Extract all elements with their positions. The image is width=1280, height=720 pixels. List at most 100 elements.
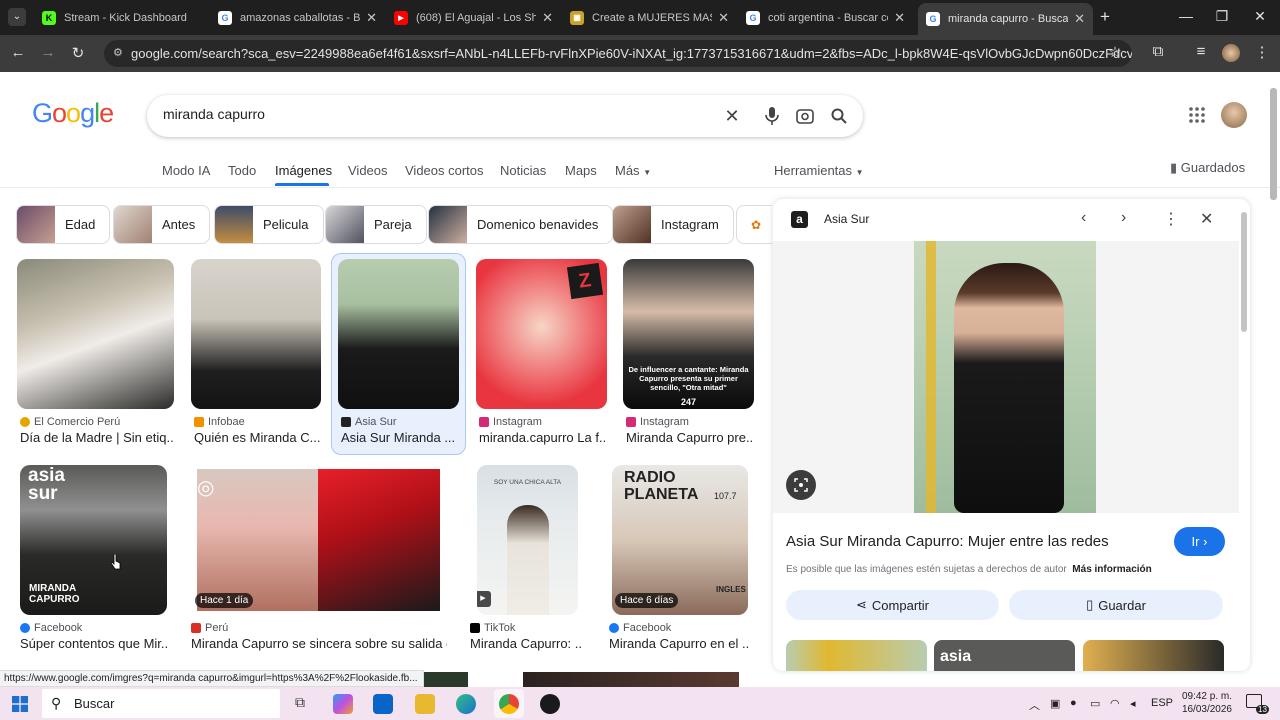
address-bar[interactable]: ⚙ google.com/search?sca_esv=2249988ea6ef… [104, 40, 1132, 67]
result-caption[interactable]: Quién es Miranda C... [194, 430, 321, 445]
tab-close-icon[interactable]: ✕ [542, 10, 553, 26]
browser-tab[interactable]: Gamazonas caballotas - Bus ✕ [210, 4, 385, 31]
chip-edad[interactable]: Edad [16, 205, 111, 244]
tray-language[interactable]: ESP [1151, 697, 1173, 709]
result-image[interactable] [424, 672, 468, 687]
site-info-icon[interactable]: ⚙ [113, 40, 123, 67]
chip-more[interactable]: ✿ [736, 205, 772, 244]
browser-tab-active[interactable]: Gmiranda capurro - Buscar ✕ [918, 3, 1093, 35]
tab-todo[interactable]: Todo [228, 163, 256, 178]
tray-clock[interactable]: 09:42 p. m. 16/03/2026 [1180, 690, 1232, 716]
bookmark-star-icon[interactable]: ☆ [1105, 43, 1125, 61]
search-box[interactable]: ✕ [147, 95, 863, 137]
result-source[interactable]: TikTok [470, 622, 515, 634]
window-close-icon[interactable]: ✕ [1246, 8, 1274, 25]
search-icon[interactable] [827, 104, 851, 128]
result-image-selected[interactable] [338, 259, 459, 409]
result-source[interactable]: Instagram [626, 416, 689, 428]
related-image[interactable]: asia [934, 640, 1075, 671]
tab-modo-ia[interactable]: Modo IA [162, 163, 210, 178]
chrome-icon[interactable] [499, 694, 519, 714]
previous-image-icon[interactable]: ‹ [1081, 209, 1086, 227]
page-scrollbar[interactable] [1270, 88, 1277, 200]
browser-tab[interactable]: K Stream - Kick Dashboard [34, 4, 209, 31]
result-image[interactable]: Z [476, 259, 607, 409]
tab-search-button[interactable]: ⌄ [8, 8, 26, 26]
obs-icon[interactable] [540, 694, 560, 714]
result-caption[interactable]: Miranda Capurro pre... [626, 430, 754, 445]
browser-tab[interactable]: ▶ (608) El Aguajal - Los Shap ✕ [386, 4, 561, 31]
tab-mas[interactable]: Más ▼ [615, 163, 651, 178]
tab-videos[interactable]: Videos [348, 163, 388, 178]
lens-camera-icon[interactable] [793, 104, 817, 128]
tray-overflow-icon[interactable]: ︿ [1029, 697, 1040, 713]
task-view-icon[interactable]: ⧉ [290, 694, 310, 714]
result-caption[interactable]: Súper contentos que Mir... [20, 636, 167, 651]
tray-wifi-icon[interactable]: ◠ [1110, 697, 1120, 710]
result-image[interactable]: RADIO PLANETA 107.7 INGLES Hace 6 días [612, 465, 748, 615]
account-avatar[interactable] [1221, 102, 1247, 128]
result-source[interactable]: Instagram [479, 416, 542, 428]
result-image[interactable]: asia sur MIRANDA CAPURRO [20, 465, 167, 615]
media-controls-icon[interactable]: ≡ [1191, 43, 1211, 60]
tab-close-icon[interactable]: ✕ [1074, 11, 1085, 27]
profile-avatar[interactable] [1222, 44, 1240, 62]
result-caption[interactable]: miranda.capurro La f... [479, 430, 607, 445]
result-caption[interactable]: Miranda Capurro en el ... [609, 636, 749, 651]
tab-close-icon[interactable]: ✕ [366, 10, 377, 26]
panel-source-name[interactable]: Asia Sur [824, 212, 869, 226]
saved-button[interactable]: ▮ Guardados [1170, 160, 1245, 176]
back-arrow-icon[interactable]: ← [8, 44, 28, 61]
chip-instagram[interactable]: Instagram [612, 205, 734, 244]
tab-maps[interactable]: Maps [565, 163, 597, 178]
chip-pelicula[interactable]: Pelicula [214, 205, 324, 244]
result-image[interactable] [17, 259, 174, 409]
more-info-link[interactable]: Más información [1072, 564, 1151, 575]
file-explorer-icon[interactable] [415, 694, 435, 714]
forward-arrow-icon[interactable]: → [38, 44, 58, 61]
result-source[interactable]: El Comercio Perú [20, 416, 120, 428]
outlook-icon[interactable] [373, 694, 393, 714]
result-caption[interactable]: Miranda Capurro se sincera sobre su sali… [191, 636, 447, 651]
preview-image[interactable] [914, 241, 1096, 513]
tray-mic-icon[interactable]: ● [1070, 697, 1077, 709]
voice-search-icon[interactable] [760, 104, 784, 128]
taskbar-search[interactable]: ⚲ Buscar [42, 689, 280, 718]
copilot-icon[interactable] [333, 694, 353, 714]
result-image[interactable]: ◎ Hace 1 día [191, 465, 447, 615]
extensions-icon[interactable]: ⧉ [1148, 43, 1168, 60]
tab-noticias[interactable]: Noticias [500, 163, 546, 178]
panel-close-icon[interactable]: ✕ [1200, 209, 1213, 229]
panel-scrollbar[interactable] [1241, 212, 1247, 332]
minimize-icon[interactable]: — [1172, 8, 1200, 24]
tray-volume-icon[interactable]: ◂ [1130, 697, 1136, 710]
browser-tab[interactable]: Gcoti argentina - Buscar cor ✕ [738, 4, 913, 31]
chip-antes[interactable]: Antes [113, 205, 211, 244]
tray-battery-icon[interactable]: ▭ [1090, 697, 1100, 710]
result-source[interactable]: Infobae [194, 416, 245, 428]
tab-close-icon[interactable]: ✕ [894, 10, 905, 26]
clear-search-icon[interactable]: ✕ [720, 104, 744, 128]
reload-icon[interactable]: ↻ [68, 44, 88, 62]
visual-search-lens-icon[interactable] [786, 470, 816, 500]
panel-image-title[interactable]: Asia Sur Miranda Capurro: Mujer entre la… [786, 533, 1109, 550]
result-caption[interactable]: Día de la Madre | Sin etiq... [20, 430, 174, 445]
chip-pareja[interactable]: Pareja [325, 205, 427, 244]
tab-close-icon[interactable]: ✕ [718, 10, 729, 26]
windows-start-icon[interactable] [12, 696, 28, 715]
tools-button[interactable]: Herramientas ▼ [774, 163, 864, 178]
maximize-icon[interactable]: ❐ [1208, 8, 1236, 25]
panel-more-options-icon[interactable]: ⋮ [1163, 209, 1179, 229]
new-tab-button[interactable]: + [1100, 8, 1110, 25]
result-source[interactable]: Facebook [20, 622, 82, 634]
result-image[interactable] [523, 672, 739, 687]
browser-menu-icon[interactable]: ⋮ [1252, 43, 1272, 61]
result-image[interactable]: De influencer a cantante: Miranda Capurr… [623, 259, 754, 409]
browser-tab[interactable]: ▦ Create a MUJERES MAS HE ✕ [562, 4, 737, 31]
chip-domenico-benavides[interactable]: Domenico benavides [428, 205, 614, 244]
google-logo[interactable]: Google [32, 98, 114, 129]
tab-imagenes[interactable]: Imágenes [275, 163, 332, 178]
related-image[interactable] [786, 640, 927, 671]
visit-button[interactable]: Ir › [1174, 527, 1225, 556]
result-source[interactable]: Perú [191, 622, 228, 634]
